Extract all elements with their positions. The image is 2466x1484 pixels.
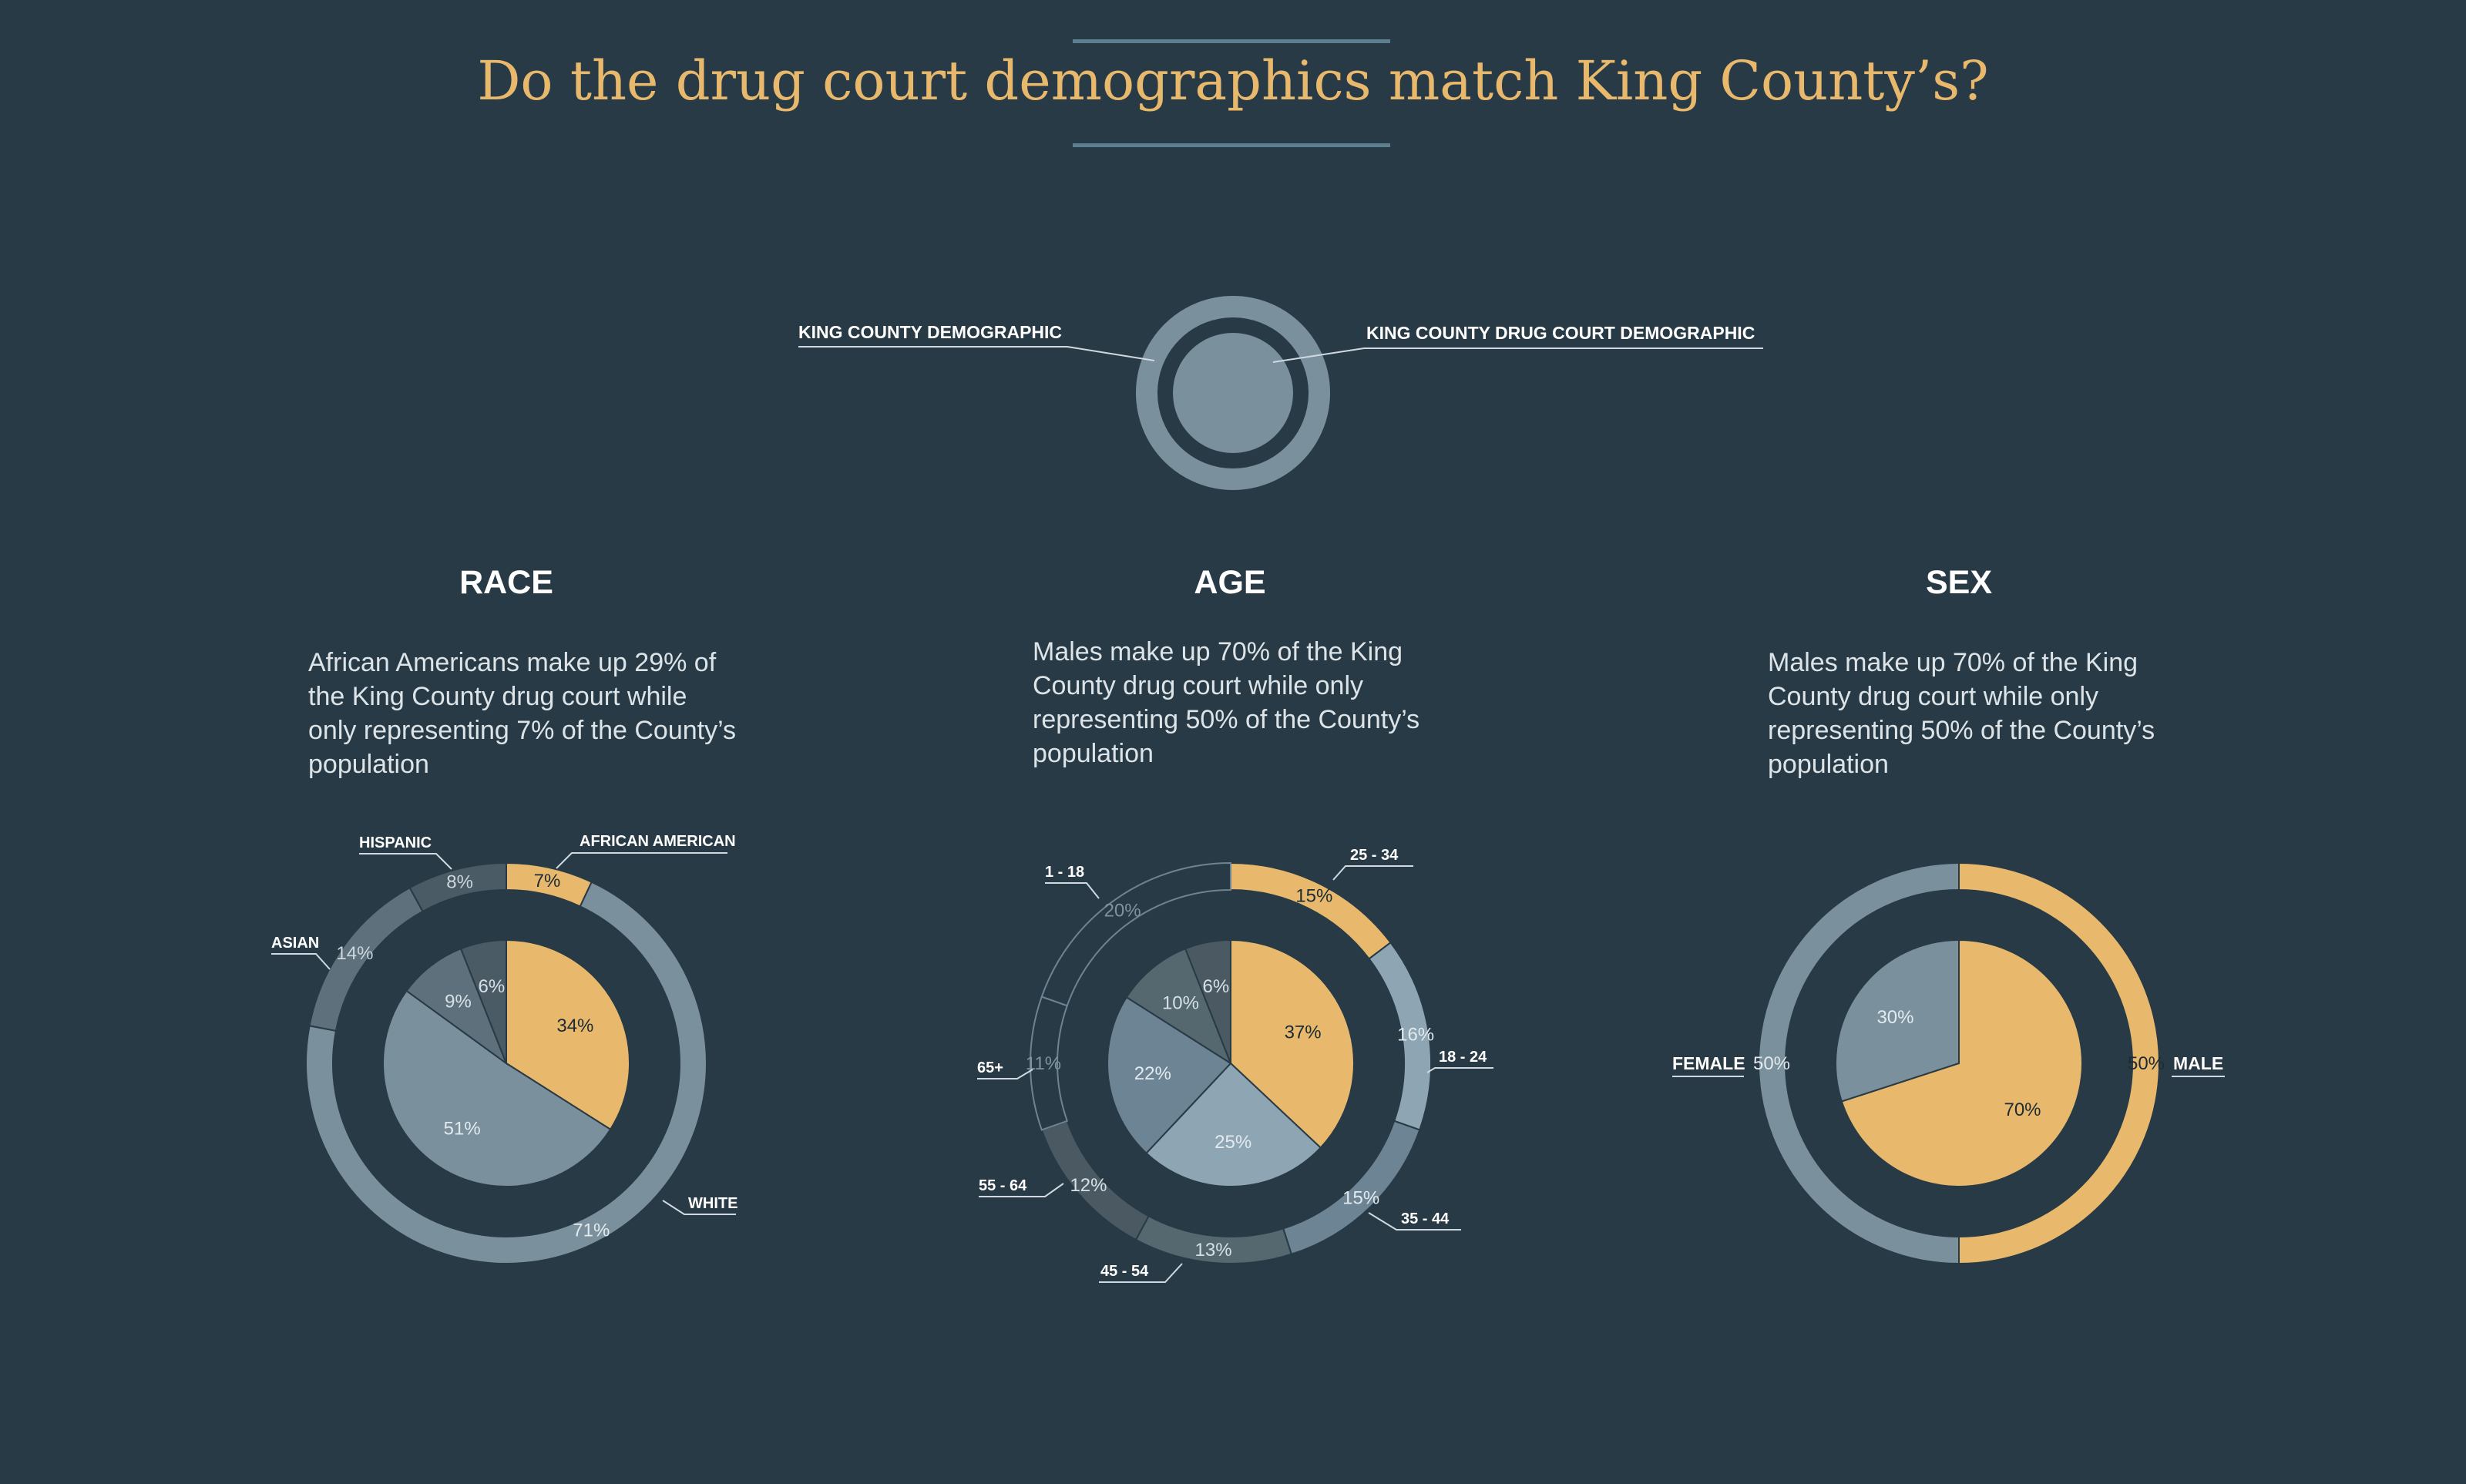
age-inner-value-0: 37% (1285, 1022, 1322, 1042)
legend: KING COUNTY DEMOGRAPHIC KING COUNTY DRUG… (798, 296, 1763, 490)
race-inner-value-2: 9% (445, 991, 472, 1012)
race-label-hispanic: HISPANIC (359, 834, 432, 851)
age-label-25-34: 25 - 34 (1350, 847, 1399, 864)
age-leader-1-18 (1045, 882, 1100, 899)
race-leader-hispanic (359, 853, 452, 870)
race-label-african-american: AFRICAN AMERICAN (580, 833, 736, 850)
age-inner-value-3: 10% (1162, 992, 1199, 1013)
legend-inner-leader (1272, 347, 1763, 363)
race-outer-value-3: 8% (446, 872, 473, 893)
race-outer-value-0: 7% (534, 871, 561, 891)
legend-outer-leader (798, 346, 1155, 361)
age-outer-value-2: 15% (1342, 1187, 1379, 1208)
age-label-65plus: 65+ (977, 1059, 1003, 1076)
age-label-35-44: 35 - 44 (1401, 1210, 1450, 1227)
legend-inner-label: KING COUNTY DRUG COURT DEMOGRAPHIC (1366, 323, 1755, 343)
age-outer-value-0: 15% (1295, 885, 1332, 906)
age-leader-25-34 (1332, 865, 1413, 881)
age-outer-value-4: 12% (1070, 1175, 1107, 1196)
age-leader-18-24 (1426, 1067, 1493, 1073)
race-leader-african-american (556, 852, 727, 869)
age-label-1-18: 1 - 18 (1045, 864, 1084, 881)
race-leader-asian (271, 953, 331, 970)
race-chart: 7% 71% 14% 8% 34% 51% 9% 6% (305, 861, 707, 1264)
race-outer-value-2: 14% (336, 943, 373, 964)
age-outer-value-3: 13% (1195, 1240, 1232, 1261)
race-inner-value-0: 34% (556, 1016, 593, 1036)
sex-inner-value-0: 70% (2004, 1100, 2041, 1120)
sex-inner-value-1: 30% (1876, 1007, 1913, 1028)
age-label-18-24: 18 - 24 (1439, 1049, 1487, 1066)
sex-outer-value-1: 50% (1753, 1053, 1790, 1074)
sex-outer-value-0: 50% (2128, 1053, 2165, 1074)
age-outer-value-6: 20% (1104, 901, 1141, 922)
age-inner-value-2: 22% (1134, 1063, 1171, 1084)
race-label-asian: ASIAN (271, 935, 319, 952)
age-outer-value-1: 16% (1397, 1025, 1434, 1046)
legend-inner-disc (1173, 333, 1293, 453)
age-chart: 15%16%15%13%12%11%20%37%25%22%10%6% (1026, 861, 1434, 1264)
age-inner-value-4: 6% (1203, 976, 1230, 997)
race-outer-value-1: 71% (573, 1220, 610, 1241)
sex-label-female: FEMALE (1672, 1053, 1745, 1073)
chart-canvas: KING COUNTY DEMOGRAPHIC KING COUNTY DRUG… (271, 296, 2225, 1283)
age-label-55-64: 55 - 64 (979, 1177, 1027, 1194)
race-inner-value-3: 6% (479, 976, 506, 997)
sex-chart: 50% 50% 70% 30% (1753, 861, 2165, 1265)
sex-label-male: MALE (2173, 1053, 2223, 1073)
age-label-45-54: 45 - 54 (1100, 1263, 1149, 1280)
age-inner-value-1: 25% (1215, 1132, 1251, 1153)
race-label-white: WHITE (688, 1195, 737, 1212)
race-inner-value-1: 51% (444, 1118, 481, 1139)
legend-outer-label: KING COUNTY DEMOGRAPHIC (798, 322, 1062, 342)
